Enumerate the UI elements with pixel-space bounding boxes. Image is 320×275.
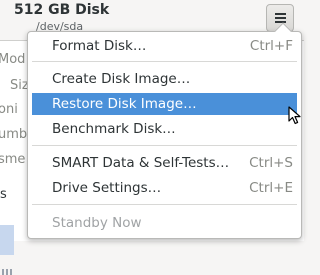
menu-item-label: Restore Disk Image… bbox=[52, 96, 197, 112]
menu-separator bbox=[32, 204, 297, 205]
volumes-label: s bbox=[0, 187, 7, 202]
detail-label-assessment: sme bbox=[0, 152, 26, 167]
detail-label-size: Siz bbox=[10, 78, 29, 93]
menu-item-label: Benchmark Disk… bbox=[52, 121, 176, 137]
menu-separator bbox=[32, 145, 297, 146]
menu-item-label: Format Disk… bbox=[52, 38, 147, 54]
disk-title: 512 GB Disk bbox=[14, 2, 110, 18]
menu-item-shortcut: Ctrl+F bbox=[249, 38, 293, 54]
detail-label-model: Mod bbox=[0, 52, 26, 67]
menu-separator bbox=[32, 61, 297, 62]
menu-item-format-disk[interactable]: Format Disk… Ctrl+F bbox=[32, 35, 297, 57]
menu-item-benchmark-disk[interactable]: Benchmark Disk… bbox=[32, 118, 297, 140]
detail-label-partitioning: oni bbox=[0, 102, 18, 117]
menu-item-label: Create Disk Image… bbox=[52, 71, 191, 87]
menu-item-label: Standby Now bbox=[52, 215, 142, 231]
menu-item-shortcut: Ctrl+S bbox=[249, 155, 293, 171]
volume-pattern bbox=[2, 269, 12, 275]
menu-item-restore-disk-image[interactable]: Restore Disk Image… bbox=[32, 93, 297, 115]
menu-item-label: Drive Settings… bbox=[52, 180, 162, 196]
menu-item-create-disk-image[interactable]: Create Disk Image… bbox=[32, 68, 297, 90]
menu-item-standby-now: Standby Now bbox=[32, 212, 297, 234]
disk-menu-popover: Format Disk… Ctrl+F Create Disk Image… R… bbox=[27, 22, 302, 239]
menu-item-smart-data[interactable]: SMART Data & Self-Tests… Ctrl+S bbox=[32, 152, 297, 174]
menu-item-shortcut: Ctrl+E bbox=[249, 180, 293, 196]
mouse-pointer-icon bbox=[288, 106, 301, 125]
detail-label-serial-number: umb bbox=[0, 127, 28, 142]
hamburger-menu-icon bbox=[275, 13, 286, 23]
menu-item-label: SMART Data & Self-Tests… bbox=[52, 155, 230, 171]
menu-item-drive-settings[interactable]: Drive Settings… Ctrl+E bbox=[32, 177, 297, 199]
volume-bar[interactable] bbox=[0, 225, 14, 255]
